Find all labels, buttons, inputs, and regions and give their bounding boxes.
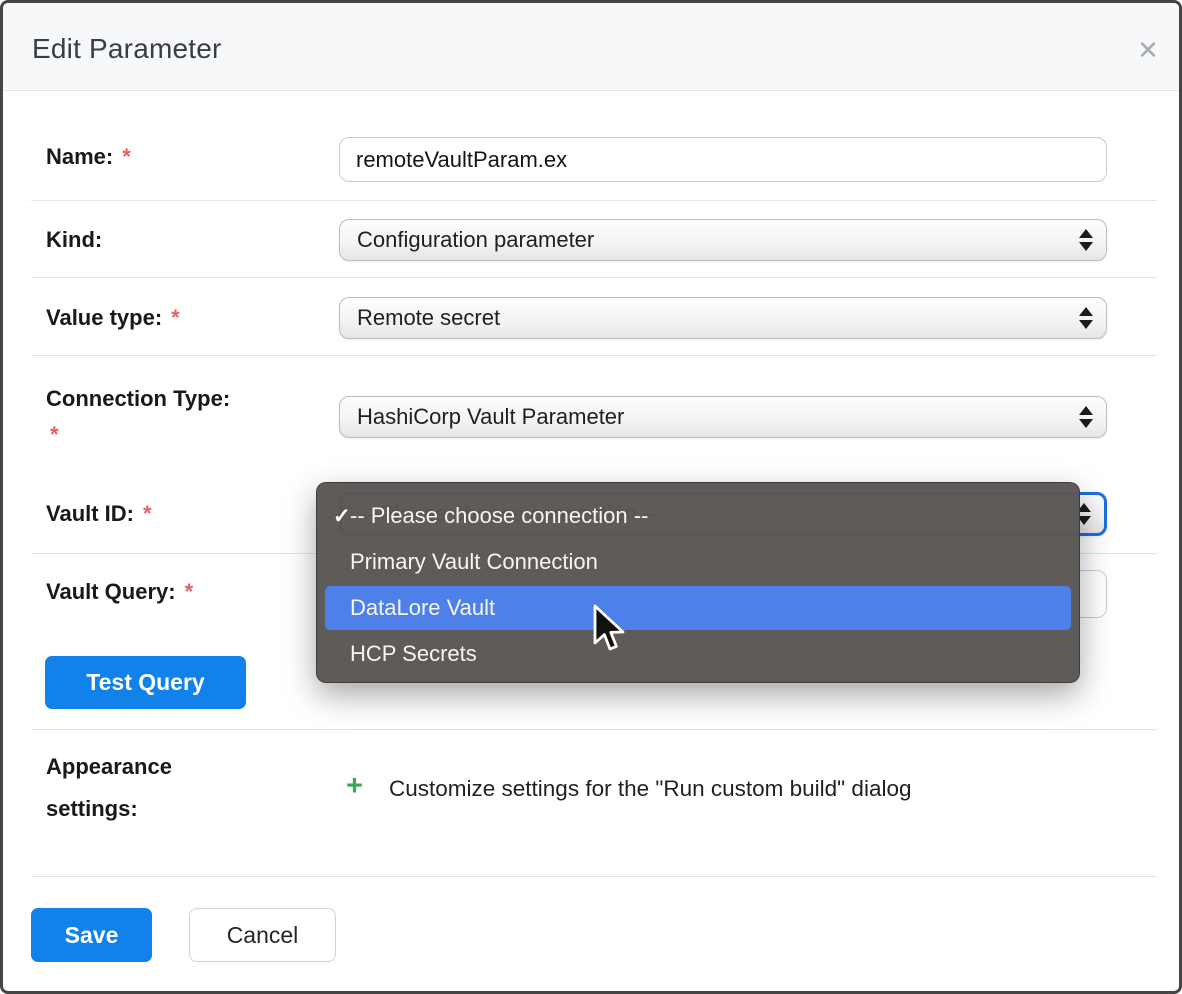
kind-select-value: Configuration parameter [357,227,594,253]
close-icon[interactable]: ✕ [1131,33,1165,67]
value-type-select[interactable]: Remote secret [339,297,1107,339]
required-asterisk: * [171,305,180,330]
dropdown-option-please-choose[interactable]: ✓ -- Please choose connection -- [317,493,1079,539]
required-asterisk: * [50,422,59,448]
kind-select[interactable]: Configuration parameter [339,219,1107,261]
name-input[interactable] [339,137,1107,182]
save-button[interactable]: Save [31,908,152,962]
row-divider [31,355,1157,356]
cancel-button[interactable]: Cancel [189,908,336,962]
select-arrows-icon [1079,229,1093,251]
row-divider [31,277,1157,278]
plus-icon[interactable]: + [346,770,363,803]
kind-label: Kind: [46,227,102,253]
row-divider [31,729,1157,730]
row-divider [31,200,1157,201]
row-divider [31,876,1157,877]
vault-id-label: Vault ID:* [46,501,152,527]
customize-settings-link[interactable]: Customize settings for the "Run custom b… [389,776,911,802]
dropdown-option-datalore-vault[interactable]: DataLore Vault [317,585,1079,631]
test-query-button[interactable]: Test Query [45,656,246,709]
required-asterisk: * [185,579,194,604]
name-label: Name:* [46,144,131,170]
check-icon: ✓ [317,504,350,529]
value-type-select-value: Remote secret [357,305,500,331]
appearance-settings-label: Appearance settings: [46,746,241,830]
required-asterisk: * [143,501,152,526]
vault-id-dropdown-menu: ✓ -- Please choose connection -- Primary… [316,482,1080,683]
connection-type-select[interactable]: HashiCorp Vault Parameter [339,396,1107,438]
dialog-header: Edit Parameter ✕ [3,3,1179,91]
vault-query-label: Vault Query:* [46,579,193,605]
connection-type-select-value: HashiCorp Vault Parameter [357,404,624,430]
required-asterisk: * [122,144,131,169]
dropdown-option-hcp-secrets[interactable]: HCP Secrets [317,631,1079,677]
edit-parameter-dialog: Edit Parameter ✕ Name:* Kind: Configurat… [0,0,1182,994]
value-type-label: Value type:* [46,305,180,331]
connection-type-label: Connection Type: [46,386,230,412]
select-arrows-icon [1079,307,1093,329]
select-arrows-icon [1079,406,1093,428]
mouse-cursor [592,604,626,654]
page-title: Edit Parameter [32,33,222,65]
dropdown-option-primary-vault-connection[interactable]: Primary Vault Connection [317,539,1079,585]
